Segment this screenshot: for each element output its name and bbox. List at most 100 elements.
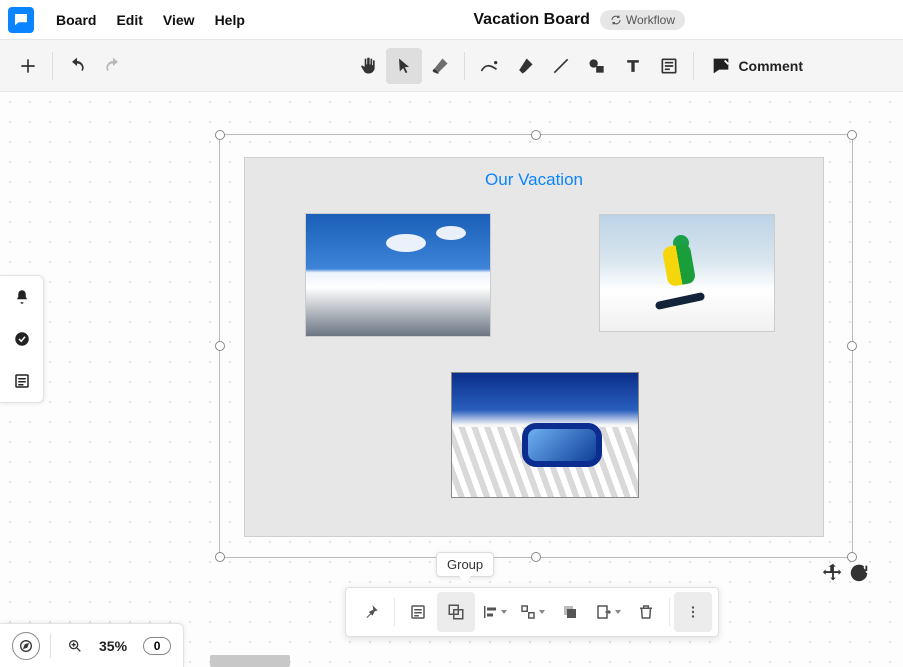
pen-icon xyxy=(479,56,499,76)
pin-icon xyxy=(362,603,380,621)
context-toolbar xyxy=(345,587,719,637)
zoom-bar: 35% 0 xyxy=(0,623,184,667)
handle-e[interactable] xyxy=(847,341,857,351)
toolbar: Comment xyxy=(0,40,903,92)
app-logo[interactable] xyxy=(8,7,34,33)
align-icon xyxy=(481,603,499,621)
ctx-align[interactable] xyxy=(475,592,513,632)
horizontal-scrollbar[interactable] xyxy=(210,655,290,667)
workflow-icon xyxy=(610,14,622,26)
zoom-in-icon xyxy=(67,638,83,654)
workflow-pill[interactable]: Workflow xyxy=(600,10,685,30)
ctx-export[interactable] xyxy=(589,592,627,632)
ctx-bring-front[interactable] xyxy=(551,592,589,632)
separator xyxy=(669,598,670,626)
pointer-tool[interactable] xyxy=(386,48,422,84)
text-tool[interactable] xyxy=(615,48,651,84)
photo-snowboarder[interactable] xyxy=(599,214,775,332)
side-approve[interactable] xyxy=(0,318,43,360)
list-icon xyxy=(409,603,427,621)
note-tool[interactable] xyxy=(651,48,687,84)
handle-nw[interactable] xyxy=(215,130,225,140)
menubar: Board Edit View Help Vacation Board Work… xyxy=(0,0,903,40)
workflow-label: Workflow xyxy=(626,13,675,27)
check-circle-icon xyxy=(13,330,31,348)
tooltip-group: Group xyxy=(436,552,494,577)
undo-icon xyxy=(67,56,87,76)
add-button[interactable] xyxy=(10,48,46,84)
zoom-in[interactable] xyxy=(61,632,89,660)
redo-icon xyxy=(103,56,123,76)
comment-button[interactable]: Comment xyxy=(700,48,813,84)
menu-help[interactable]: Help xyxy=(205,6,255,34)
shape-tool[interactable] xyxy=(579,48,615,84)
text-icon xyxy=(623,56,643,76)
side-panel xyxy=(0,275,44,403)
rotate-icon[interactable] xyxy=(848,562,870,584)
shape-icon xyxy=(587,56,607,76)
handle-w[interactable] xyxy=(215,341,225,351)
marker-icon xyxy=(515,56,535,76)
ctx-delete[interactable] xyxy=(627,592,665,632)
handle-s[interactable] xyxy=(531,552,541,562)
photo-mountain[interactable] xyxy=(305,213,491,337)
separator xyxy=(50,634,51,658)
note-icon xyxy=(659,56,679,76)
ctx-pin[interactable] xyxy=(352,592,390,632)
menu-edit[interactable]: Edit xyxy=(106,6,152,34)
undo-button[interactable] xyxy=(59,48,95,84)
caret-icon xyxy=(539,610,545,614)
ctx-group[interactable] xyxy=(437,592,475,632)
separator xyxy=(693,52,694,80)
bell-icon xyxy=(13,288,31,306)
move-icon[interactable] xyxy=(822,562,844,584)
handle-sw[interactable] xyxy=(215,552,225,562)
eraser-tool[interactable] xyxy=(422,48,458,84)
comment-icon xyxy=(710,55,732,77)
marker-tool[interactable] xyxy=(507,48,543,84)
separator xyxy=(464,52,465,80)
ctx-more[interactable] xyxy=(674,592,712,632)
handle-ne[interactable] xyxy=(847,130,857,140)
photo-goggles[interactable] xyxy=(451,372,639,498)
ctx-distribute[interactable] xyxy=(513,592,551,632)
hand-icon xyxy=(358,56,378,76)
board-title[interactable]: Vacation Board xyxy=(473,11,589,29)
hand-tool[interactable] xyxy=(350,48,386,84)
group-icon xyxy=(447,603,465,621)
zoom-fit[interactable] xyxy=(12,632,40,660)
redo-button[interactable] xyxy=(95,48,131,84)
handle-n[interactable] xyxy=(531,130,541,140)
compass-icon xyxy=(18,638,34,654)
more-icon xyxy=(684,603,702,621)
ctx-list[interactable] xyxy=(399,592,437,632)
separator xyxy=(52,52,53,80)
trash-icon xyxy=(637,603,655,621)
vacation-card[interactable]: Our Vacation xyxy=(244,157,824,537)
side-list[interactable] xyxy=(0,360,43,402)
chat-bubble-icon xyxy=(12,11,30,29)
card-title: Our Vacation xyxy=(245,158,823,196)
move-rotate-handles[interactable] xyxy=(822,562,870,584)
zoom-objects[interactable]: 0 xyxy=(143,637,171,655)
pen-tool[interactable] xyxy=(471,48,507,84)
eraser-icon xyxy=(430,56,450,76)
line-icon xyxy=(551,56,571,76)
handle-se[interactable] xyxy=(847,552,857,562)
pointer-icon xyxy=(394,56,414,76)
zoom-value[interactable]: 35% xyxy=(99,638,127,654)
distribute-icon xyxy=(519,603,537,621)
canvas[interactable]: Our Vacation Group xyxy=(0,92,903,667)
menu-view[interactable]: View xyxy=(153,6,205,34)
list-icon xyxy=(13,372,31,390)
plus-icon xyxy=(18,56,38,76)
menu-board[interactable]: Board xyxy=(46,6,106,34)
caret-icon xyxy=(615,610,621,614)
bring-front-icon xyxy=(561,603,579,621)
line-tool[interactable] xyxy=(543,48,579,84)
export-icon xyxy=(595,603,613,621)
caret-icon xyxy=(501,610,507,614)
separator xyxy=(394,598,395,626)
side-notifications[interactable] xyxy=(0,276,43,318)
comment-label: Comment xyxy=(738,58,803,74)
